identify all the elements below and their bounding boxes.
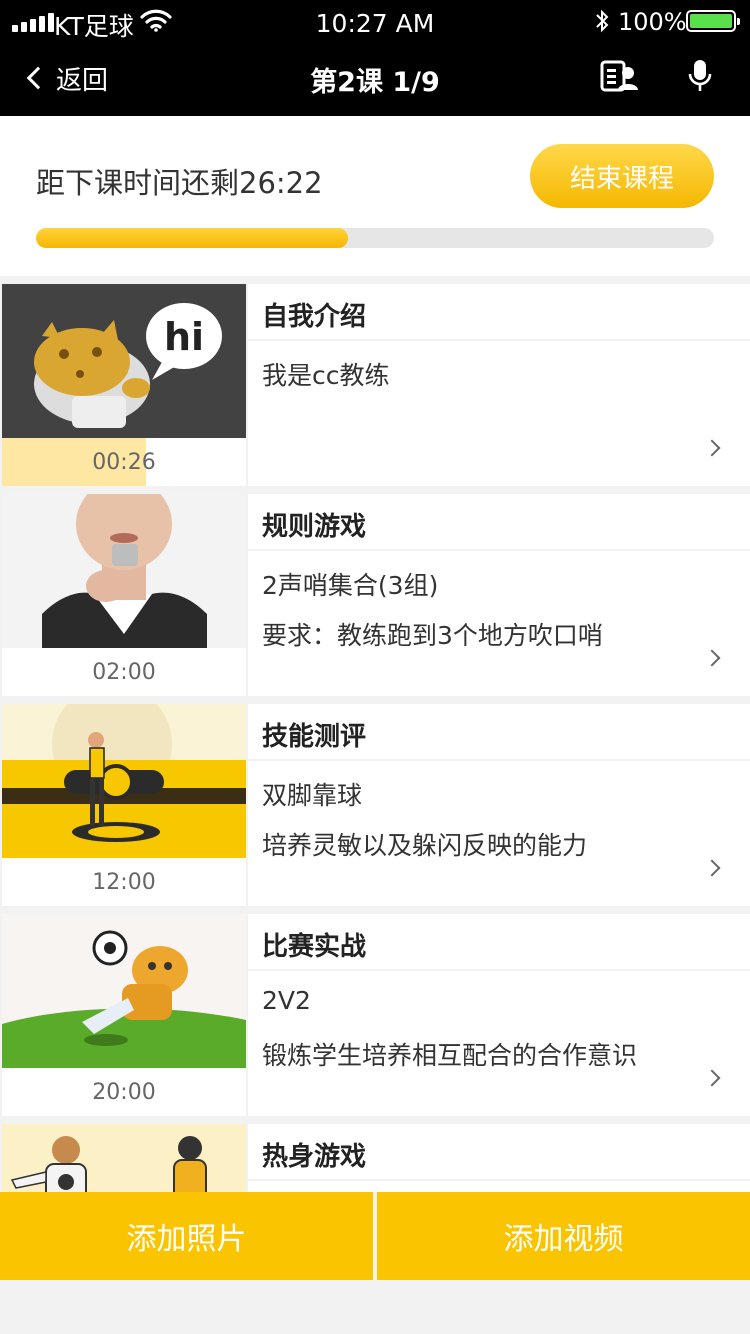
duration-text: 12:00 — [92, 870, 156, 895]
item-line1: 2V2 — [262, 986, 311, 1015]
item-line2: 培养灵敏以及躲闪反映的能力 — [262, 831, 588, 860]
item-title: 自我介绍 — [262, 302, 367, 332]
countdown-text: 距下课时间还剩26:22 — [36, 166, 323, 200]
top-bar: KT足球 10:27 AM 100% 返回 第2课 1/9 — [0, 0, 750, 116]
microphone-icon[interactable] — [686, 58, 714, 94]
battery-icon — [686, 10, 740, 32]
item-line1: 我是cc教练 — [262, 361, 390, 390]
end-course-button[interactable]: 结束课程 — [530, 144, 714, 208]
list-item[interactable]: 12:00 技能测评 双脚靠球 培养灵敏以及躲闪反映的能力 — [0, 704, 750, 906]
chevron-right-icon — [703, 1069, 721, 1087]
duration-cell: 00:26 — [2, 438, 246, 486]
list-item[interactable]: 20:00 比赛实战 2V2 锻炼学生培养相互配合的合作意识 — [0, 914, 750, 1116]
item-title: 技能测评 — [262, 722, 367, 752]
thumbnail-mascot-hi: hi — [2, 284, 246, 438]
lesson-list: hi 00:26 自我介绍 我是cc教练 02:00 规则游戏 2声哨集合(3组… — [0, 284, 750, 1192]
divider — [248, 549, 750, 551]
duration-text: 00:26 — [92, 450, 156, 475]
list-item[interactable]: 热身游戏 — [0, 1124, 750, 1192]
duration-cell: 20:00 — [2, 1068, 246, 1116]
duration-cell: 12:00 — [2, 858, 246, 906]
class-progress-fill — [36, 228, 348, 248]
status-bar: KT足球 10:27 AM 100% — [0, 0, 750, 44]
item-line1: 2声哨集合(3组) — [262, 571, 439, 600]
timer-panel: 距下课时间还剩26:22 结束课程 — [0, 116, 750, 276]
thumbnail-whistle — [2, 494, 246, 648]
item-info: 热身游戏 — [248, 1124, 750, 1192]
duration-cell: 02:00 — [2, 648, 246, 696]
item-title: 规则游戏 — [262, 512, 367, 542]
nav-bar: 返回 第2课 1/9 — [0, 44, 750, 116]
add-video-button[interactable]: 添加视频 — [377, 1192, 750, 1280]
chevron-right-icon — [703, 649, 721, 667]
roster-icon[interactable] — [600, 60, 640, 92]
chevron-right-icon — [703, 439, 721, 457]
divider — [248, 969, 750, 971]
chevron-right-icon — [703, 859, 721, 877]
duration-text: 20:00 — [92, 1080, 156, 1105]
divider — [248, 759, 750, 761]
item-info: 规则游戏 2声哨集合(3组) 要求：教练跑到3个地方吹口哨 — [248, 494, 750, 696]
list-item[interactable]: hi 00:26 自我介绍 我是cc教练 — [0, 284, 750, 486]
divider — [248, 1179, 750, 1181]
item-info: 自我介绍 我是cc教练 — [248, 284, 750, 486]
item-line1: 双脚靠球 — [262, 781, 363, 810]
class-progress-bar — [36, 228, 714, 248]
item-title: 热身游戏 — [262, 1142, 367, 1172]
item-title: 比赛实战 — [262, 932, 367, 962]
item-info: 技能测评 双脚靠球 培养灵敏以及躲闪反映的能力 — [248, 704, 750, 906]
thumbnail-mascot-kick — [2, 914, 246, 1068]
item-info: 比赛实战 2V2 锻炼学生培养相互配合的合作意识 — [248, 914, 750, 1116]
duration-text: 02:00 — [92, 660, 156, 685]
item-line2: 要求：教练跑到3个地方吹口哨 — [262, 621, 603, 650]
bluetooth-icon — [596, 9, 609, 33]
divider — [248, 339, 750, 341]
item-line2: 锻炼学生培养相互配合的合作意识 — [262, 1041, 638, 1070]
add-photo-button[interactable]: 添加照片 — [0, 1192, 373, 1280]
bottom-action-bar: 添加照片 添加视频 — [0, 1192, 750, 1280]
svg-text:hi: hi — [164, 315, 204, 359]
thumbnail-players — [2, 1124, 246, 1192]
thumbnail-kt-player — [2, 704, 246, 858]
battery-percent: 100% — [618, 8, 687, 36]
list-item[interactable]: 02:00 规则游戏 2声哨集合(3组) 要求：教练跑到3个地方吹口哨 — [0, 494, 750, 696]
